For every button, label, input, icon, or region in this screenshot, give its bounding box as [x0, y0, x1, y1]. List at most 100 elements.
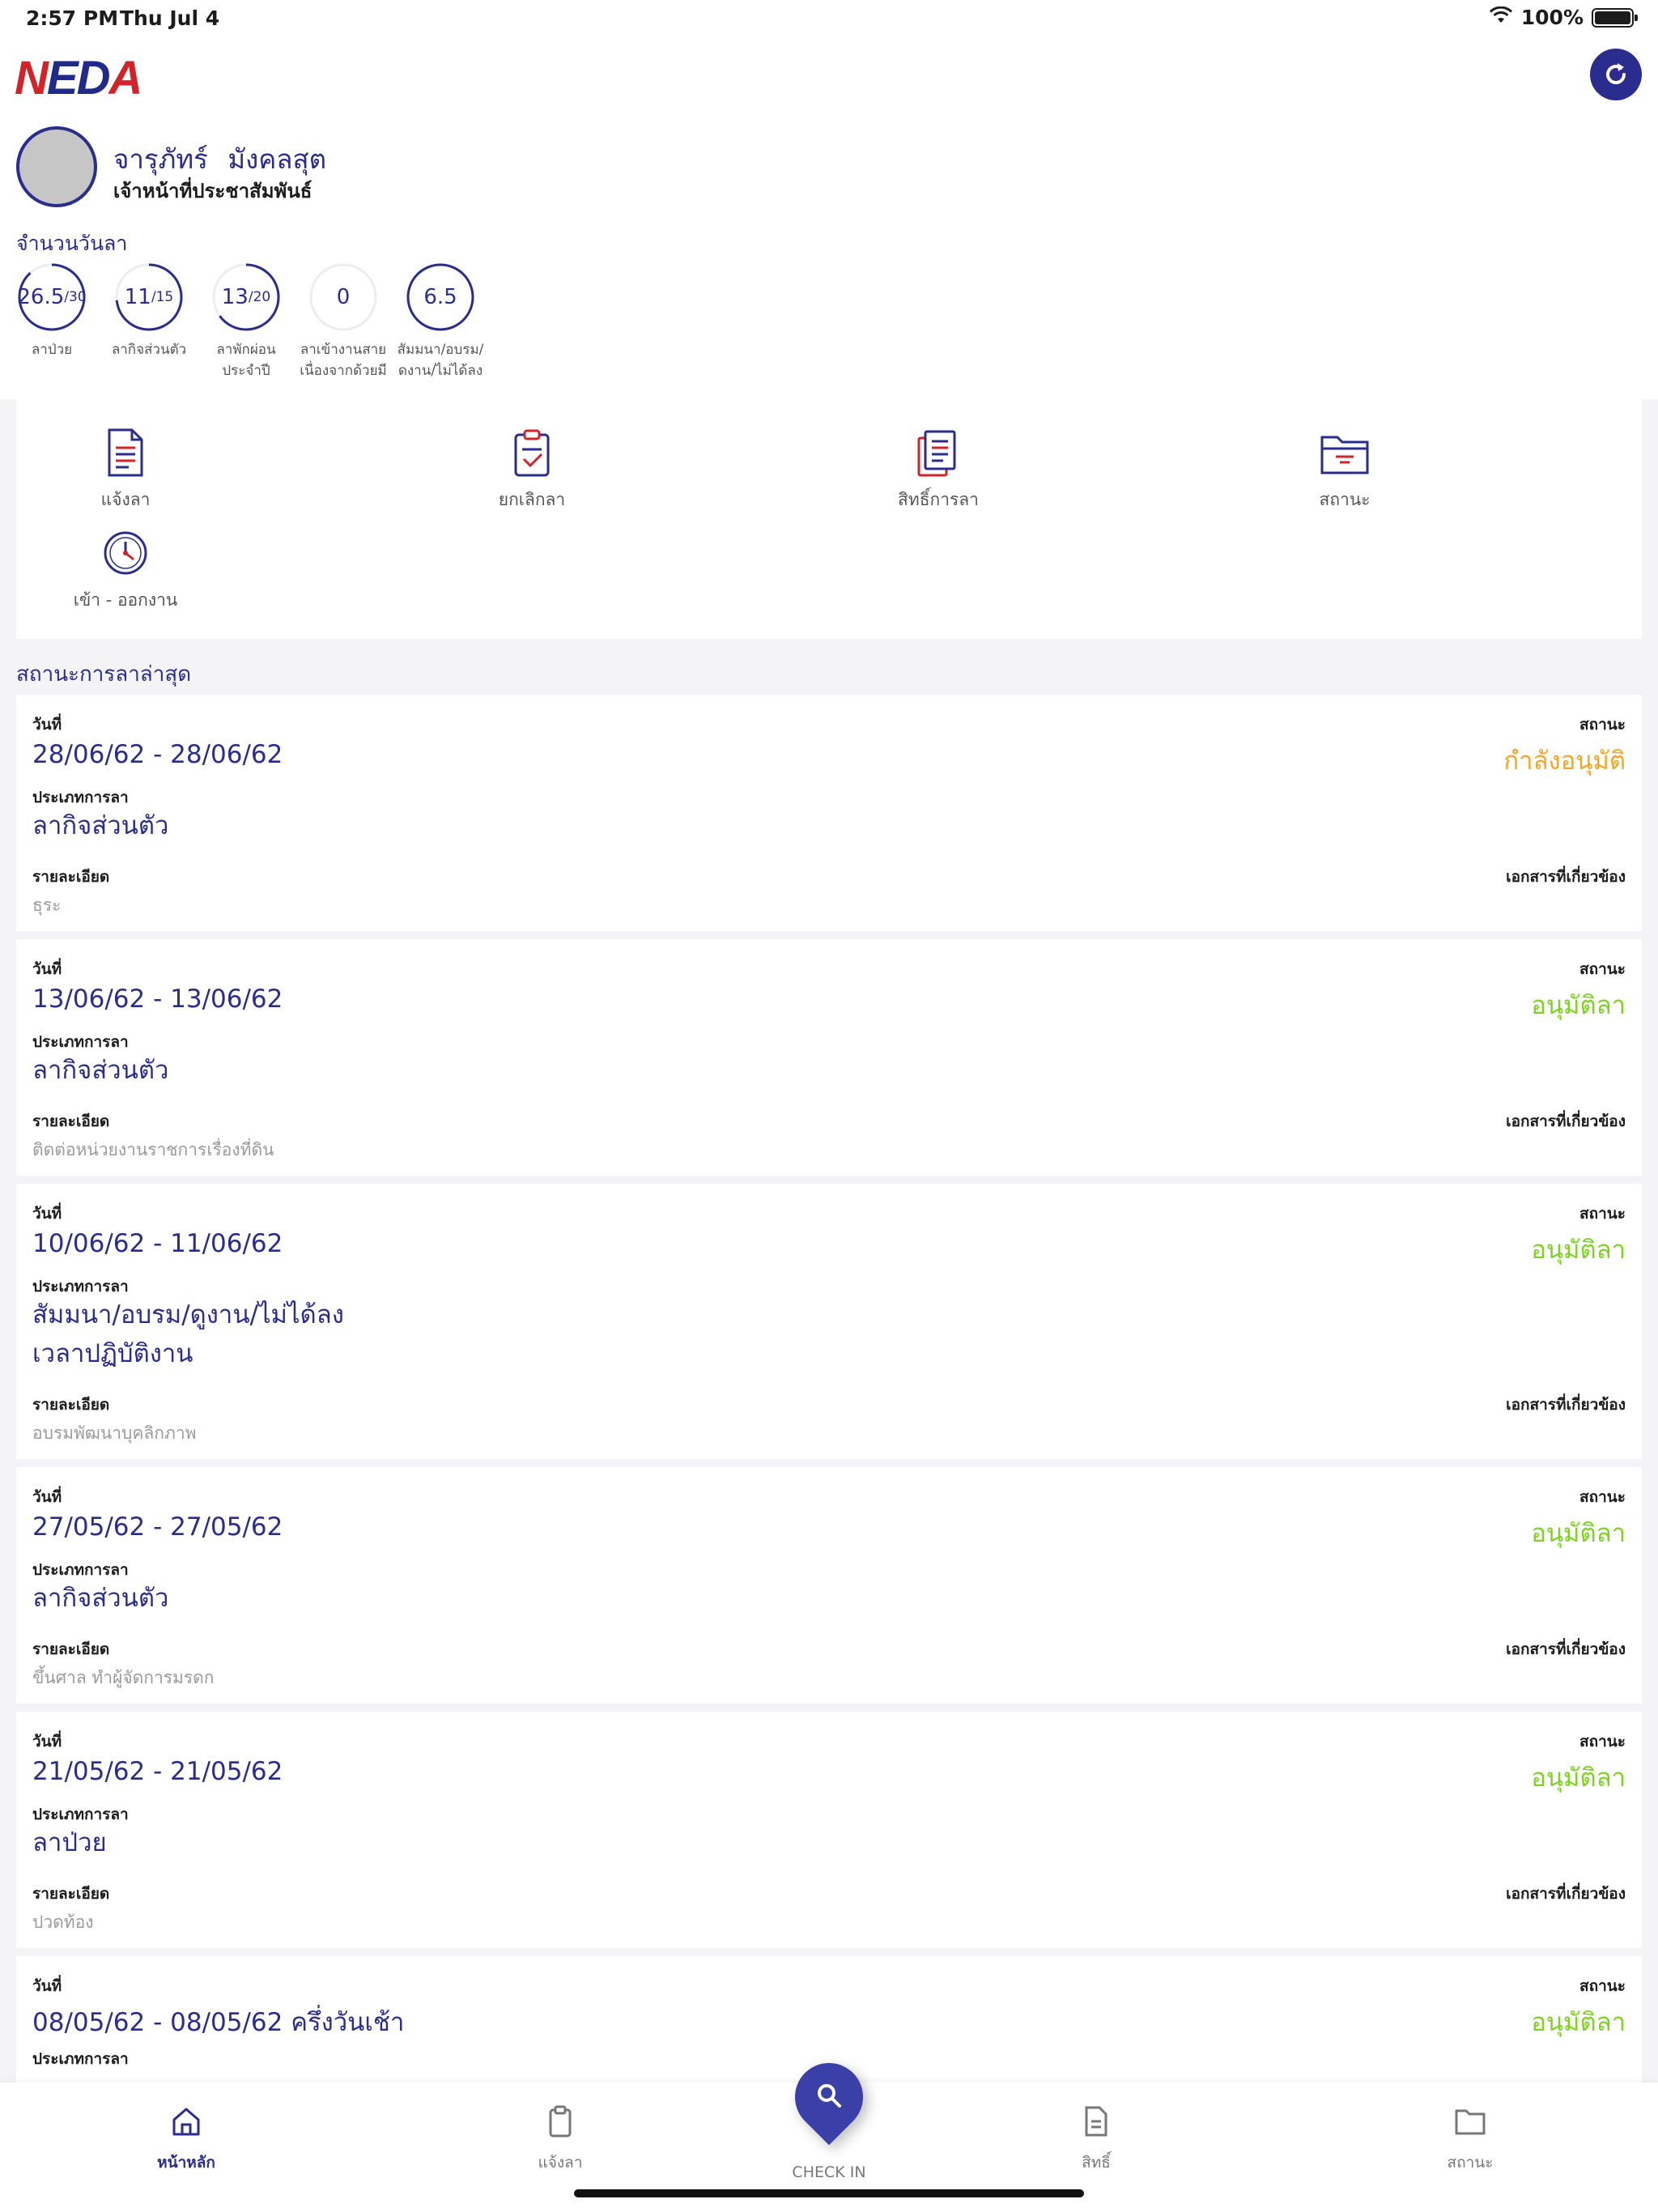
check-in-label: CHECK IN: [792, 2163, 866, 2181]
logo-text: NEDA: [15, 52, 142, 104]
status-label: สถานะ: [1579, 1205, 1626, 1223]
battery-icon: [1592, 7, 1638, 28]
leave-detail: ธุระ: [32, 895, 62, 915]
leave-status: อนุมัติลา: [1531, 2008, 1626, 2037]
status-label: สถานะ: [1579, 1977, 1626, 1995]
leave-type: ลากิจส่วนตัว: [32, 1579, 168, 1618]
leave-type-line: สัมมนา/อบรม/ดูงาน/ไม่ได้ลง: [32, 1300, 344, 1329]
action-menu: แจ้งลา ยกเลิกลา สิทธิ์การลา สถานะ เข้า -…: [16, 399, 1642, 639]
avatar: [16, 126, 97, 207]
leave-detail: ปวดท้อง: [32, 1912, 94, 1932]
folder-icon: [1319, 427, 1371, 479]
leave-quota-row: 26.5/30 ลาป่วย 11/15 ลากิจส่วนตัว 13/20 …: [16, 262, 483, 381]
leave-type-line-2: เวลาปฏิบัติงาน: [32, 1339, 193, 1368]
leave-card[interactable]: วันที่ สถานะ 10/06/62 - 11/06/62 อนุมัติ…: [16, 1184, 1642, 1459]
docs-label: เอกสารที่เกี่ยวข้อง: [1506, 1112, 1626, 1130]
status-date: Thu Jul 4: [120, 6, 220, 30]
leave-card[interactable]: วันที่ สถานะ 13/06/62 - 13/06/62 อนุมัติ…: [16, 939, 1642, 1176]
menu-label: สถานะ: [1319, 490, 1371, 509]
wifi-icon: [1489, 6, 1513, 29]
menu-status[interactable]: สถานะ: [1235, 427, 1454, 513]
leave-status: อนุมัติลา: [1531, 1236, 1626, 1265]
quota-label-2: ดงาน/ไม่ได้ลง: [397, 363, 483, 379]
menu-check-in-out[interactable]: เข้า - ออกงาน: [16, 527, 235, 614]
status-label: สถานะ: [1579, 1733, 1626, 1750]
leave-type-line: ลาป่วย: [32, 1828, 107, 1857]
quota-label: ลาป่วย: [31, 342, 73, 358]
clock-icon: [100, 527, 151, 579]
detail-label: รายละเอียด: [32, 868, 110, 886]
user-role: เจ้าหน้าที่ประชาสัมพันธ์: [113, 180, 312, 202]
quota-total: /15: [151, 289, 174, 305]
docs-label: เอกสารที่เกี่ยวข้อง: [1506, 1396, 1626, 1414]
date-label: วันที่: [32, 1488, 62, 1506]
leave-date: 27/05/62 - 27/05/62: [32, 1512, 283, 1542]
quota-total: /20: [248, 289, 271, 305]
tab-label: สถานะ: [1447, 2154, 1494, 2172]
menu-leave-rights[interactable]: สิทธิ์การลา: [829, 427, 1048, 513]
quota-label-2: เนื่องจากด้วยมี: [300, 363, 387, 379]
leave-type-line: ลากิจส่วนตัว: [32, 811, 169, 840]
menu-leave-request[interactable]: แจ้งลา: [16, 427, 235, 513]
quota-item: 0 ลาเข้างานสายเนื่องจากด้วยมี: [300, 262, 387, 381]
quota-value: 6.5: [423, 285, 457, 309]
quota-label: ลาพักผ่อน: [216, 342, 276, 358]
detail-label: รายละเอียด: [32, 1112, 110, 1130]
quota-value: 11: [124, 285, 151, 309]
battery-percent: 100%: [1520, 6, 1584, 29]
quota-ring: 6.5: [405, 262, 476, 333]
quota-item: 11/15 ลากิจส่วนตัว: [112, 262, 186, 381]
status-bar: 2:57 PM Thu Jul 4 100%: [0, 0, 1658, 39]
tab-request[interactable]: แจ้งลา: [479, 2104, 641, 2175]
refresh-icon: [1606, 63, 1626, 84]
leave-date: 13/06/62 - 13/06/62: [32, 985, 283, 1014]
quota-value: 13: [221, 285, 249, 309]
refresh-button[interactable]: [1590, 49, 1642, 100]
profile-header: NEDA จารุภัทร์ มังคลสุต เจ้าหน้าที่ประชา…: [0, 39, 1658, 399]
quota-ring: 13/20: [210, 262, 282, 333]
menu-label: เข้า - ออกงาน: [73, 590, 178, 610]
date-label: วันที่: [32, 716, 62, 734]
quota-item: 13/20 ลาพักผ่อนประจำปี: [210, 262, 282, 381]
leave-detail: ขึ้นศาล ทำผู้จัดการมรดก: [32, 1668, 215, 1687]
recent-status-title: สถานะการลาล่าสุด: [16, 662, 192, 687]
leave-card[interactable]: วันที่ สถานะ 21/05/62 - 21/05/62 อนุมัติ…: [16, 1712, 1642, 1948]
quota-value: 0: [336, 285, 351, 309]
quota-label-2: ประจำปี: [222, 363, 270, 379]
search-icon: [811, 2078, 847, 2113]
leave-status: อนุมัติลา: [1531, 1519, 1626, 1548]
quota-item: 6.5 สัมมนา/อบรม/ดงาน/ไม่ได้ลง: [397, 262, 483, 381]
tab-rights[interactable]: สิทธิ์: [1015, 2104, 1177, 2175]
leave-type: ลากิจส่วนตัว: [32, 806, 168, 845]
leave-quota-title: จำนวนวันลา: [16, 232, 128, 255]
quota-item: 26.5/30 ลาป่วย: [16, 262, 87, 381]
leave-type: ลากิจส่วนตัว: [32, 1051, 168, 1090]
type-label: ประเภทการลา: [32, 2050, 129, 2068]
tab-label: แจ้งลา: [538, 2154, 583, 2172]
menu-label: สิทธิ์การลา: [898, 490, 979, 509]
home-icon: [168, 2104, 204, 2139]
leave-status: อนุมัติลา: [1531, 991, 1626, 1020]
leave-type: ลาป่วย: [32, 1823, 107, 1862]
document-icon: [1078, 2104, 1114, 2139]
detail-label: รายละเอียด: [32, 1640, 110, 1658]
date-label: วันที่: [32, 1977, 62, 1995]
quota-value: 26.5: [17, 285, 65, 309]
date-label: วันที่: [32, 1733, 62, 1750]
quota-label: ลาเข้างานสาย: [300, 342, 387, 358]
tab-status[interactable]: สถานะ: [1389, 2104, 1551, 2175]
quota-ring: 0: [308, 262, 379, 333]
leave-card[interactable]: วันที่ สถานะ 27/05/62 - 27/05/62 อนุมัติ…: [16, 1467, 1642, 1704]
leave-detail: ติดต่อหน่วยงานราชการเรื่องที่ดิน: [32, 1140, 274, 1159]
menu-cancel-leave[interactable]: ยกเลิกลา: [423, 427, 641, 513]
tab-label: หน้าหลัก: [157, 2154, 215, 2172]
home-indicator: [574, 2189, 1084, 2197]
leave-type-line: ลากิจส่วนตัว: [32, 1056, 169, 1085]
leave-card[interactable]: วันที่ สถานะ 28/06/62 - 28/06/62 กำลังอน…: [16, 695, 1642, 931]
leave-date: 08/05/62 - 08/05/62 ครึ่งวันเช้า: [32, 2008, 405, 2037]
tab-home[interactable]: หน้าหลัก: [105, 2104, 267, 2175]
status-label: สถานะ: [1579, 1488, 1626, 1506]
document-icon: [100, 427, 151, 479]
leave-date: 28/06/62 - 28/06/62: [32, 740, 283, 769]
docs-label: เอกสารที่เกี่ยวข้อง: [1506, 868, 1626, 886]
